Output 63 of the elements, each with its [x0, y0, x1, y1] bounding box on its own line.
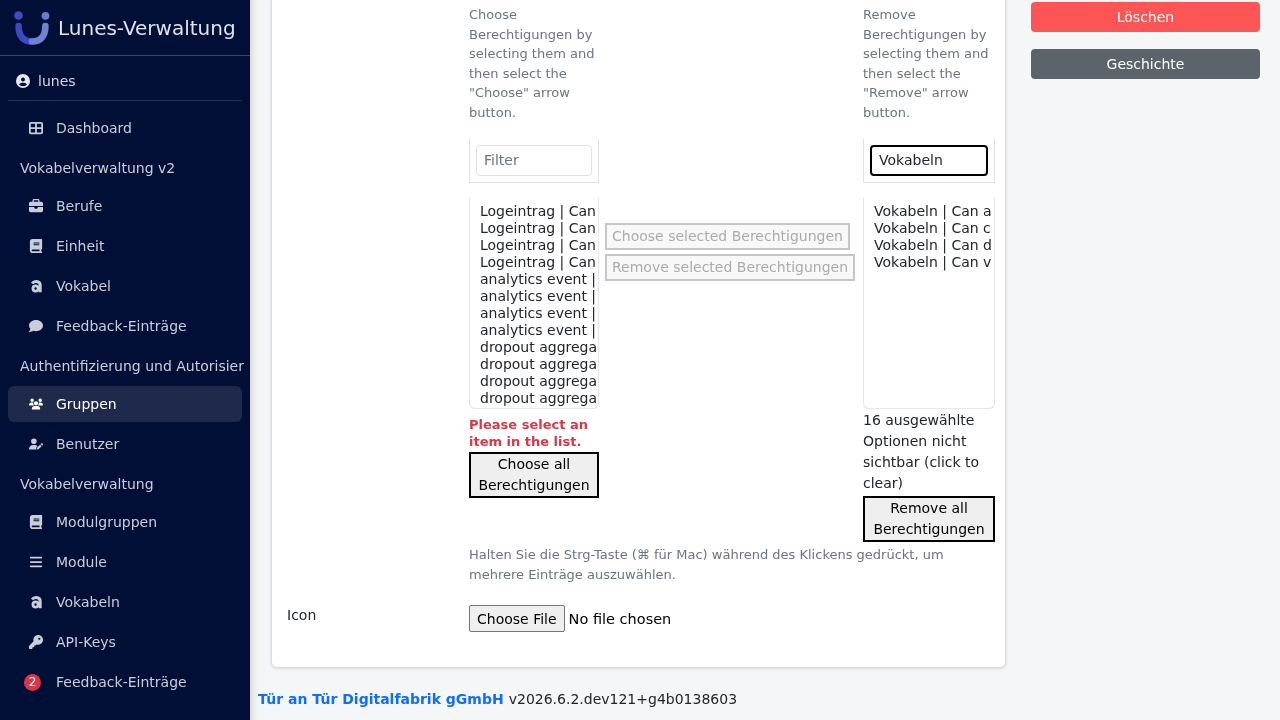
- letter-a-icon: [28, 594, 44, 610]
- list-option[interactable]: Vokabeln | Can v: [874, 254, 992, 271]
- version-text: v2026.6.2.dev121+g4b0138603: [508, 691, 738, 707]
- nav-item[interactable]: API-Keys: [8, 624, 242, 660]
- users-icon: [28, 396, 44, 412]
- notification-count: 2: [24, 673, 41, 691]
- company-link[interactable]: Tür an Tür Digitalfabrik gGmbH: [258, 691, 504, 707]
- hidden-options-note[interactable]: 16 ausgewählte Optionen nicht sichtbar (click to clear): [863, 410, 995, 494]
- list-option[interactable]: Vokabeln | Can c: [874, 220, 991, 237]
- nav-item[interactable]: Feedback-Einträge: [8, 308, 242, 344]
- app-title: Lunes-Verwaltung: [58, 15, 236, 40]
- nav-section-heading: Vokabelverwaltung: [19, 475, 155, 494]
- file-status: No file chosen: [568, 610, 672, 627]
- field-label: Icon: [287, 606, 318, 625]
- list-option[interactable]: Logeintrag | Can: [480, 220, 596, 237]
- list-option[interactable]: analytics event |: [480, 322, 597, 339]
- briefcase-icon: [28, 198, 44, 214]
- speech-bubble-icon: [28, 318, 44, 334]
- permission-list[interactable]: Vokabeln | Can a Vokabeln | Can c Vokabeln | Can d Vokabeln | Can v: [863, 198, 995, 409]
- list-option[interactable]: analytics event |: [480, 305, 597, 322]
- help-text: Remove Berechtigungen by selecting them and then select the "Remove" arrow button.: [863, 6, 990, 122]
- nav-item[interactable]: Vokabeln: [8, 584, 242, 620]
- list-option[interactable]: dropout aggrega: [480, 390, 598, 407]
- nav-item[interactable]: Berufe: [8, 188, 242, 224]
- list-option[interactable]: dropout aggrega: [480, 373, 598, 390]
- list-option[interactable]: analytics event |: [480, 271, 597, 288]
- letter-a-icon: [28, 278, 44, 294]
- list-option[interactable]: Logeintrag | Can: [480, 203, 596, 220]
- help-text: Choose Berechtigungen by selecting them and then select the "Choose" arrow button.: [469, 6, 596, 122]
- nav-item[interactable]: Dashboard: [8, 110, 242, 146]
- nav-item[interactable]: Modulgruppen: [8, 504, 242, 540]
- nav-item[interactable]: Benutzer: [8, 426, 242, 462]
- list-option[interactable]: Vokabeln | Can a: [874, 203, 992, 220]
- list-option[interactable]: dropout aggrega: [480, 356, 598, 373]
- field-help-text: Halten Sie die Strg-Taste (⌘ für Mac) während des Klickens gedrückt, um mehrere Einträge auszuwählen.: [469, 546, 945, 584]
- list-option[interactable]: dropout aggrega: [480, 339, 598, 356]
- nav-section-heading: Authentifizierung und Autorisier: [19, 357, 242, 376]
- remove-all-button[interactable]: Remove all Berechtigungen: [863, 496, 995, 542]
- filter-field[interactable]: Vokabeln: [870, 144, 988, 176]
- permission-list[interactable]: [469, 198, 599, 409]
- list-option[interactable]: analytics event |: [480, 288, 597, 305]
- key-icon: [28, 634, 44, 650]
- nav-item[interactable]: 2 Feedback-Einträge: [8, 664, 242, 700]
- nav-item[interactable]: Einheit: [8, 228, 242, 264]
- list-option[interactable]: Vokabeln | Can d: [874, 237, 992, 254]
- nav-section-heading: Vokabelverwaltung v2: [19, 159, 177, 178]
- user-pen-icon: [28, 436, 44, 452]
- logo-icon: [14, 10, 50, 45]
- user-name: lunes: [38, 73, 76, 89]
- book-icon: [28, 514, 44, 530]
- list-option[interactable]: Logeintrag | Can: [480, 237, 596, 254]
- history-button[interactable]: Geschichte: [1031, 49, 1260, 79]
- lines-icon: [28, 554, 44, 570]
- nav-item[interactable]: Module: [8, 544, 242, 580]
- filter-field[interactable]: Filter: [476, 144, 592, 176]
- nav-item[interactable]: Gruppen: [8, 386, 242, 422]
- nav-item[interactable]: Vokabel: [8, 268, 242, 304]
- choose-file-button[interactable]: Choose File: [469, 605, 565, 632]
- choose-all-button[interactable]: Choose all Berechtigungen: [469, 452, 599, 498]
- list-option[interactable]: Logeintrag | Can: [480, 254, 596, 271]
- grid-icon: [28, 120, 44, 136]
- book-icon: [28, 238, 44, 254]
- error-message: Please select an item in the list.: [469, 416, 589, 450]
